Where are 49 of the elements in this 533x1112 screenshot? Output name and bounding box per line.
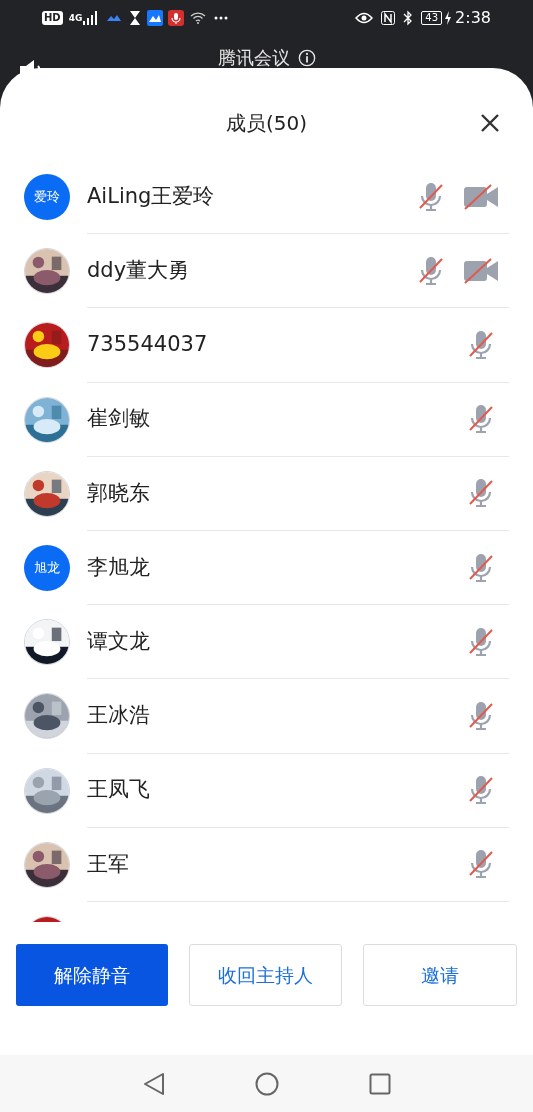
muted-mic-icon[interactable] [467,478,495,509]
close-icon[interactable] [480,113,500,133]
camera-off-icon[interactable] [463,183,499,210]
clock-time: 2:38 [455,7,491,29]
muted-mic-icon[interactable] [467,700,495,731]
action-button[interactable]: 收回主持人 [188,944,343,1006]
signal-icon [83,11,100,25]
network-label: 4G [68,13,83,23]
avatar: 旭龙 [24,545,70,592]
muted-mic-icon[interactable] [467,404,495,435]
info-icon[interactable] [297,49,316,67]
back-icon[interactable] [142,1071,165,1096]
eye-icon [355,12,374,24]
wifi-icon [190,12,207,24]
member-name: 王冰浩 [87,702,151,730]
app-icon [147,10,164,26]
member-name: 王军 [87,850,130,878]
member-name: 735544037 [87,331,209,359]
member-name: 李旭龙 [87,553,151,581]
member-name: 谭文龙 [87,627,151,655]
home-icon[interactable] [254,1071,279,1096]
muted-mic-icon[interactable] [467,329,495,360]
hourglass-icon [129,10,142,26]
member-name: 郭晓东 [87,479,151,507]
recents-icon[interactable] [368,1072,391,1095]
battery-level: 43 [421,11,443,25]
member-name: AiLing王爱玲 [87,182,216,210]
member-name: 崔剑敏 [87,405,151,433]
charging-icon [444,11,453,25]
member-name: 王凤飞 [87,776,151,804]
action-button[interactable]: 解除静音 [16,944,168,1006]
muted-mic-icon[interactable] [467,849,495,880]
member-name: ddy董大勇 [87,257,191,285]
more-icon [214,16,229,20]
meeting-title: 腾讯会议 [217,47,290,69]
mic-icon [168,10,185,26]
hd-badge: HD [42,11,63,25]
muted-mic-icon[interactable] [467,552,495,583]
app-icon [107,13,122,23]
muted-mic-icon[interactable] [467,775,495,806]
avatar: 爱玲 [24,174,70,221]
muted-mic-icon[interactable] [467,626,495,657]
action-button[interactable]: 邀请 [363,944,517,1006]
nfc-icon [381,11,396,25]
muted-mic-icon[interactable] [417,255,445,286]
camera-off-icon[interactable] [463,257,499,284]
bluetooth-icon [403,10,414,26]
panel-title: 成员(50) [225,110,308,137]
muted-mic-icon[interactable] [417,181,445,212]
